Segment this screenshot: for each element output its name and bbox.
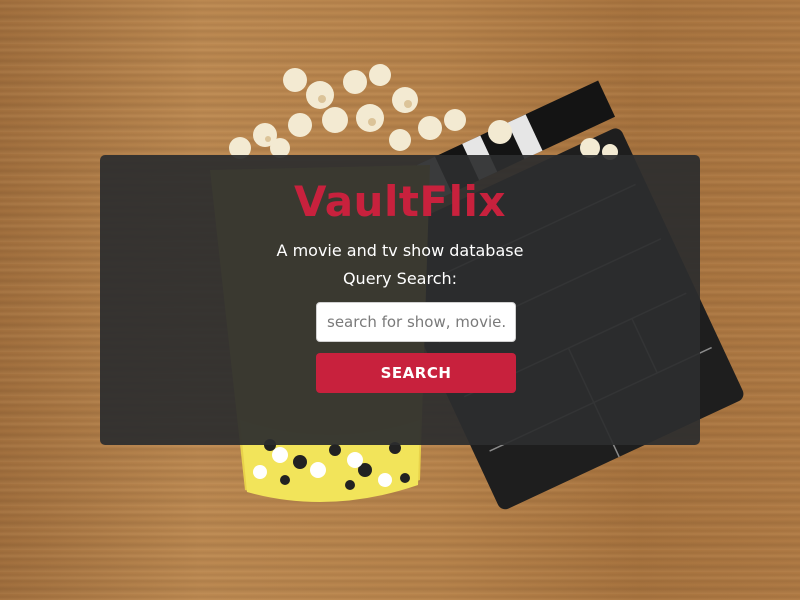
query-search-label: Query Search: <box>342 269 458 288</box>
search-input[interactable] <box>316 302 516 342</box>
app-subtitle: A movie and tv show database <box>276 241 524 260</box>
search-card: VaultFlix A movie and tv show database Q… <box>100 155 700 445</box>
search-button[interactable]: SEARCH <box>316 353 516 393</box>
app-title: VaultFlix <box>294 177 506 226</box>
